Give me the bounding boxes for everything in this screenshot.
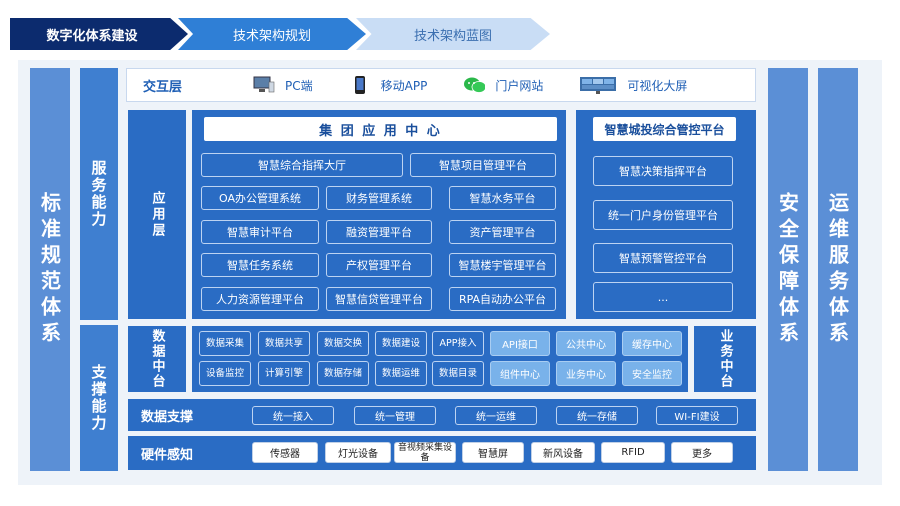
interaction-item-big-screen[interactable]: 可视化大屏 (579, 76, 687, 94)
app-finance[interactable]: 财务管理系统 (326, 186, 432, 210)
dm-exchange[interactable]: 数据交换 (317, 331, 369, 356)
app-building[interactable]: 智慧楼宇管理平台 (449, 253, 556, 277)
interaction-layer-title: 交互层 (143, 79, 183, 95)
interaction-layer: 交互层 PC端 移动APP 门户网站 可视化大屏 (126, 68, 756, 102)
bm-api[interactable]: API接口 (490, 331, 550, 356)
ops-column: 运维服务体系 (818, 68, 858, 471)
hw-lighting[interactable]: 灯光设备 (325, 442, 391, 463)
support-capability-column: 支撑能力 (80, 325, 118, 471)
mobile-phone-icon (349, 76, 371, 94)
app-project-mgmt[interactable]: 智慧项目管理平台 (410, 153, 556, 177)
app-task[interactable]: 智慧任务系统 (201, 253, 319, 277)
app-water[interactable]: 智慧水务平台 (449, 186, 556, 210)
hw-more[interactable]: 更多 (671, 442, 733, 463)
app-rpa[interactable]: RPA自动办公平台 (449, 287, 556, 311)
hw-av-capture[interactable]: 音视频采集设备 (394, 442, 456, 463)
business-middle-title: 业务中台 (694, 326, 756, 392)
dm-build[interactable]: 数据建设 (375, 331, 427, 356)
app-financing[interactable]: 融资管理平台 (326, 220, 432, 244)
bm-component-center[interactable]: 组件中心 (490, 361, 550, 386)
dm-compute[interactable]: 计算引擎 (258, 361, 310, 386)
dm-monitor[interactable]: 设备监控 (199, 361, 251, 386)
ds-storage[interactable]: 统一存储 (556, 406, 638, 425)
hw-rfid[interactable]: RFID (601, 442, 665, 463)
dm-share[interactable]: 数据共享 (258, 331, 310, 356)
app-audit[interactable]: 智慧审计平台 (201, 220, 319, 244)
hw-fresh-air[interactable]: 新风设备 (531, 442, 595, 463)
hw-smart-screen[interactable]: 智慧屏 (462, 442, 524, 463)
bm-public-center[interactable]: 公共中心 (556, 331, 616, 356)
data-middle-title: 数据中台 (128, 326, 186, 392)
interaction-item-label: 门户网站 (495, 78, 544, 93)
app-command-hall[interactable]: 智慧综合指挥大厅 (201, 153, 403, 177)
process-steps: 数字化体系建设 技术架构规划 技术架构蓝图 (10, 18, 550, 50)
app-asset[interactable]: 资产管理平台 (449, 220, 556, 244)
app-oa[interactable]: OA办公管理系统 (201, 186, 319, 210)
city-warning-platform[interactable]: 智慧预警管控平台 (593, 243, 733, 273)
app-property[interactable]: 产权管理平台 (326, 253, 432, 277)
service-capability-column: 服务能力 (80, 68, 118, 320)
app-hr[interactable]: 人力资源管理平台 (201, 287, 319, 311)
ds-manage[interactable]: 统一管理 (354, 406, 436, 425)
hw-sensor[interactable]: 传感器 (252, 442, 318, 463)
step-tech-planning[interactable]: 技术架构规划 (178, 18, 366, 50)
city-platform-title: 智慧城投综合管控平台 (593, 117, 736, 141)
application-layer-title: 应用层 (128, 110, 186, 319)
ds-wifi[interactable]: WI-FI建设 (656, 406, 738, 425)
dm-catalog[interactable]: 数据目录 (432, 361, 484, 386)
city-identity-platform[interactable]: 统一门户身份管理平台 (593, 200, 733, 230)
dm-storage[interactable]: 数据存储 (317, 361, 369, 386)
interaction-item-pc[interactable]: PC端 (253, 76, 313, 94)
dm-ops[interactable]: 数据运维 (375, 361, 427, 386)
step-digital-system[interactable]: 数字化体系建设 (10, 18, 188, 50)
desktop-icon (253, 76, 275, 94)
ds-access[interactable]: 统一接入 (252, 406, 334, 425)
dm-collect[interactable]: 数据采集 (199, 331, 251, 356)
security-column: 安全保障体系 (768, 68, 808, 471)
data-support-title: 数据支撑 (140, 409, 193, 425)
interaction-item-portal[interactable]: 门户网站 (463, 76, 543, 94)
big-screen-icon (579, 76, 617, 94)
group-app-center-title: 集 团 应 用 中 心 (204, 117, 557, 141)
interaction-item-label: 可视化大屏 (627, 78, 688, 93)
ds-ops[interactable]: 统一运维 (455, 406, 537, 425)
interaction-item-label: 移动APP (380, 78, 428, 93)
app-credit[interactable]: 智慧信贷管理平台 (326, 287, 432, 311)
step-tech-blueprint[interactable]: 技术架构蓝图 (356, 18, 550, 50)
bm-cache-center[interactable]: 缓存中心 (622, 331, 682, 356)
standards-column: 标准规范体系 (30, 68, 70, 471)
bm-business-center[interactable]: 业务中心 (556, 361, 616, 386)
city-more-platform[interactable]: ... (593, 282, 733, 312)
interaction-item-label: PC端 (285, 78, 313, 93)
wechat-icon (463, 76, 486, 94)
city-decision-platform[interactable]: 智慧决策指挥平台 (593, 156, 733, 186)
interaction-item-mobile[interactable]: 移动APP (349, 76, 428, 94)
dm-app-access[interactable]: APP接入 (432, 331, 484, 356)
hardware-title: 硬件感知 (140, 447, 193, 463)
bm-security-monitor[interactable]: 安全监控 (622, 361, 682, 386)
